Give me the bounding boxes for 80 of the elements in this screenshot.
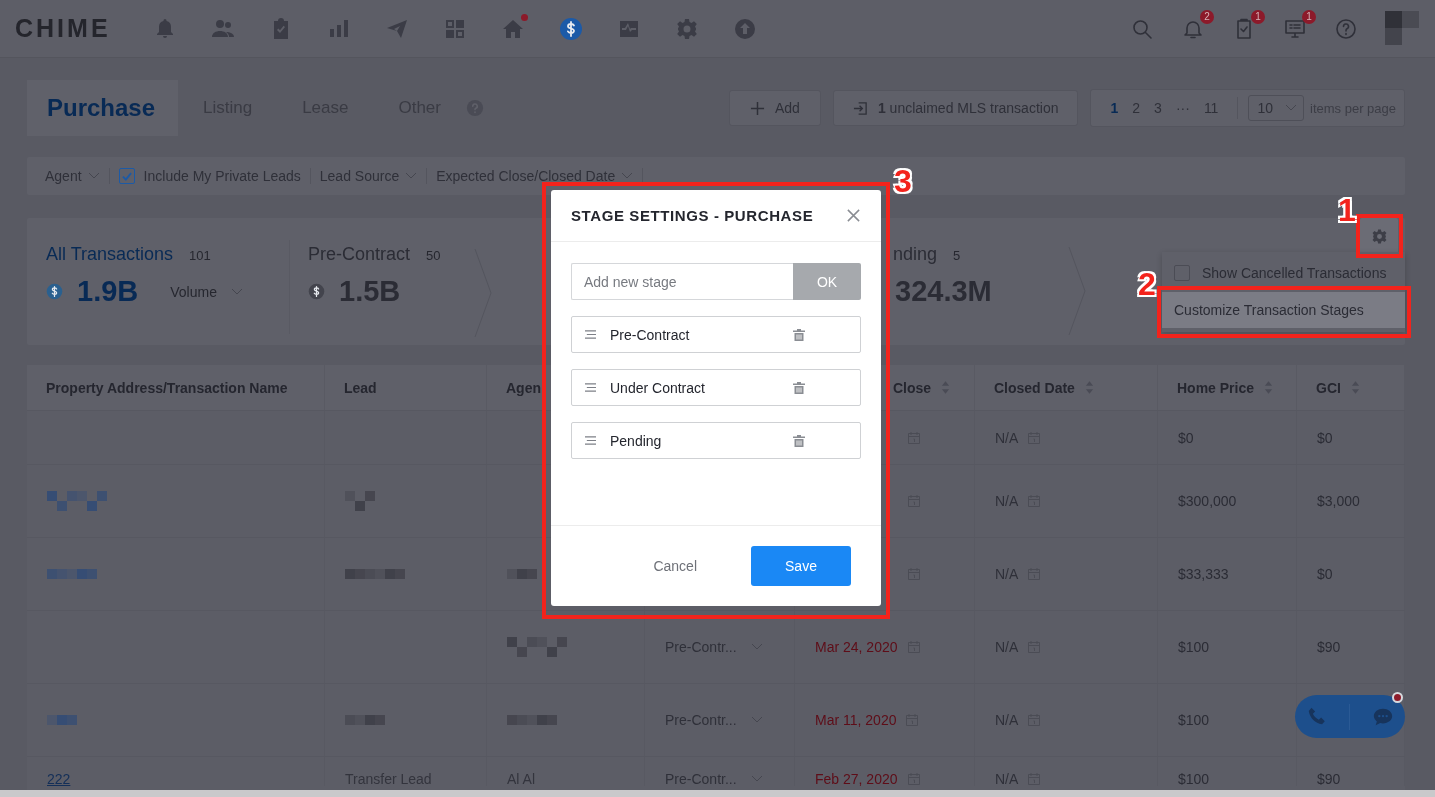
stage-count: 5 [953, 248, 961, 263]
stage-volume: 1.9B [77, 275, 139, 308]
chevron-down-icon [1285, 104, 1297, 112]
drag-handle-icon[interactable] [584, 329, 597, 340]
pixelated-redaction-drawing [345, 491, 375, 511]
column-header[interactable]: Close [893, 379, 951, 396]
column-header[interactable]: Home Price [1177, 379, 1274, 396]
date-text: Mar 11, 2020 [815, 712, 897, 728]
cancel-button[interactable]: Cancel [629, 546, 721, 586]
stage-name-text: Under Contract [610, 379, 706, 396]
count-badge: 2 [1200, 9, 1214, 24]
chevron-down-icon [621, 172, 634, 180]
stage-count: 50 [426, 248, 441, 263]
trash-icon[interactable] [792, 327, 806, 342]
pixelated-redaction-drawing [345, 569, 405, 579]
monitor-button[interactable]: 1 [1283, 9, 1316, 41]
transaction-tab[interactable]: Purchase [27, 80, 178, 136]
drag-handle-icon[interactable] [584, 435, 597, 446]
stage-count: 101 [189, 248, 211, 263]
annotation-frame [1356, 214, 1403, 258]
chevron-down-icon [230, 287, 243, 296]
gear-icon [1370, 227, 1388, 245]
column-header[interactable]: GCI [1316, 379, 1360, 396]
metric-dropdown[interactable]: Volume [170, 283, 243, 300]
page-link[interactable]: ··· [1168, 100, 1197, 116]
dialog-title: STAGE SETTINGS - PURCHASE [571, 207, 814, 224]
clipboard-button[interactable]: 1 [1232, 9, 1265, 41]
stage-name-text: Pending [610, 432, 663, 449]
ok-button[interactable]: OK [793, 263, 861, 300]
nav-settings-button[interactable] [675, 16, 699, 41]
page-link[interactable]: 1 [1103, 100, 1126, 116]
save-button[interactable]: Save [751, 546, 851, 586]
stage-name[interactable]: All Transactions [46, 244, 174, 265]
avatar-icon[interactable] [1385, 11, 1420, 46]
menu-item[interactable]: Customize Transaction Stages [1162, 292, 1405, 328]
count-badge: 1 [1302, 9, 1316, 24]
date-text: Mar 24, 2020 [815, 639, 898, 655]
pixelated-redaction-drawing [507, 569, 537, 579]
annotation-number: 2 [1138, 268, 1156, 300]
dollar-icon [46, 283, 63, 300]
notification-dot [521, 13, 528, 21]
nav-upload-button[interactable] [733, 16, 757, 41]
dollar-icon [559, 16, 583, 41]
count-badge: 1 [1251, 9, 1265, 24]
pixelated-redaction-drawing [345, 715, 385, 725]
nav-dollar-button[interactable] [559, 16, 583, 41]
help-icon [1334, 16, 1358, 41]
bell-button[interactable]: 2 [1181, 9, 1214, 41]
import-icon [852, 100, 868, 116]
chime-logo[interactable]: CHIME [15, 14, 153, 43]
drag-handle-icon[interactable] [584, 382, 597, 393]
column-header[interactable]: Lead [344, 379, 377, 396]
chevron-down-icon [405, 172, 418, 180]
upload-icon [733, 16, 757, 41]
trash-icon[interactable] [792, 433, 806, 448]
notification-dot [1392, 692, 1403, 703]
nav-home-button[interactable] [501, 16, 525, 41]
plus-icon [750, 100, 765, 116]
column-header[interactable]: Property Address/Transaction Name [46, 379, 288, 396]
stage-name-text: Pre-Contract [610, 326, 691, 343]
settings-icon [675, 16, 699, 41]
settings-button[interactable] [1360, 218, 1398, 254]
trash-icon[interactable] [792, 380, 806, 395]
close-icon[interactable] [846, 208, 861, 223]
pixelated-redaction-drawing [47, 491, 107, 511]
pixelated-redaction-drawing [47, 715, 77, 725]
new-stage-input[interactable]: Add new stage [571, 263, 793, 300]
dollar-icon [308, 283, 325, 300]
pixelated-redaction-drawing [47, 569, 97, 579]
date-text: Feb 27, 2020 [815, 772, 898, 786]
column-header[interactable]: Agen [506, 379, 541, 396]
table-cell: 222 [47, 772, 71, 786]
help-button[interactable] [1334, 16, 1358, 41]
horizontal-scrollbar[interactable] [0, 790, 1435, 797]
pixelated-redaction-drawing [507, 715, 557, 725]
pixelated-redaction-drawing [507, 637, 567, 657]
column-header[interactable]: Closed Date [994, 379, 1094, 396]
chevron-down-icon [87, 172, 100, 180]
annotation-number: 3 [894, 165, 912, 197]
annotation-number: 1 [1338, 194, 1356, 226]
